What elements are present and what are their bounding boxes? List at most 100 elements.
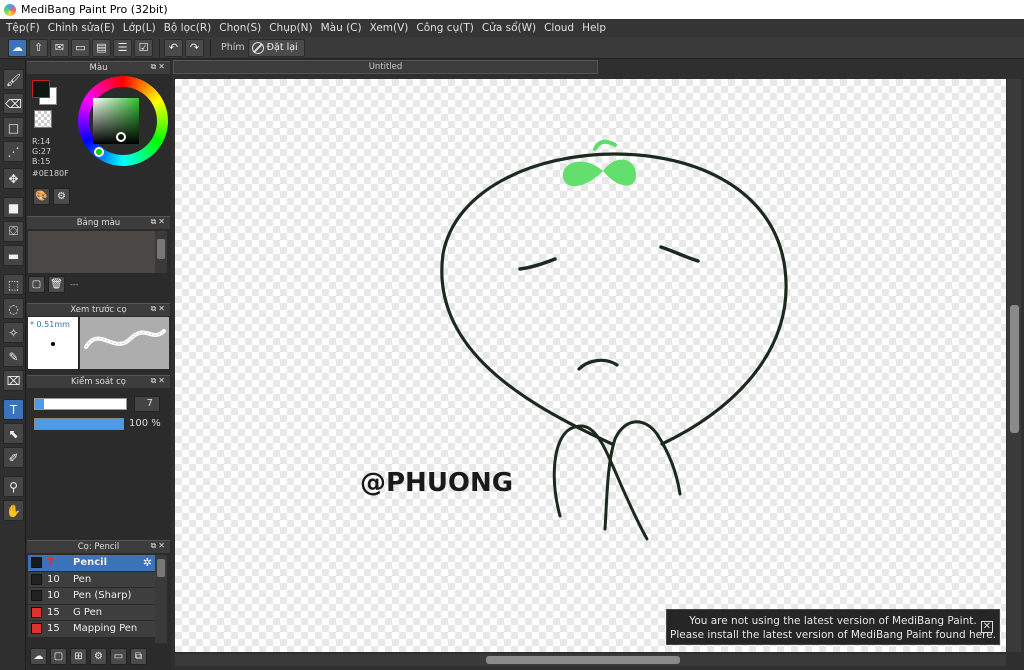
reset-button[interactable]: Đặt lại (247, 38, 305, 57)
brush-item-mapping-pen[interactable]: 15 Mapping Pen (28, 621, 155, 638)
brush-size-fill (35, 399, 46, 409)
left-eye (518, 257, 557, 271)
window-title: MediBang Paint Pro (32bit) (21, 3, 168, 16)
canvas-vertical-scrollbar[interactable] (1007, 79, 1021, 652)
brush-list: 7 Pencil ✲ 10 Pen 10 Pen (Sharp) 15 G Pe… (28, 555, 155, 638)
brush-item-pen-sharp[interactable]: 10 Pen (Sharp) (28, 588, 155, 605)
bucket-icon[interactable]: ⛋ (3, 221, 24, 242)
transparent-swatch[interactable] (34, 110, 52, 128)
brush-size-slider[interactable] (34, 398, 127, 410)
select-pen-icon[interactable]: ✎ (3, 346, 24, 367)
fill-rect-icon[interactable]: ■ (3, 197, 24, 218)
update-notification[interactable]: You are not using the latest version of … (666, 609, 1000, 645)
eraser-icon[interactable]: ⌫ (3, 93, 24, 114)
hue-picker-knob[interactable] (94, 147, 104, 157)
palette-icon[interactable]: 🎨 (33, 188, 50, 205)
magic-wand-icon[interactable]: ✧ (3, 322, 24, 343)
menu-view[interactable]: Xem(V) (366, 22, 413, 34)
menu-tools[interactable]: Công cụ(T) (412, 22, 477, 34)
panel-controls-icon[interactable]: ⧉✕ (151, 62, 167, 72)
palette-scrollbar[interactable] (155, 231, 167, 273)
brush-color-swatch (31, 606, 42, 618)
menu-window[interactable]: Cửa sổ(W) (478, 22, 540, 34)
menu-cloud[interactable]: Cloud (540, 22, 578, 34)
brush-scrollbar[interactable] (155, 555, 167, 643)
canvas-horizontal-scrollbar[interactable] (175, 654, 1006, 666)
brush-size-input[interactable]: 7 (134, 396, 160, 412)
menu-select[interactable]: Chọn(S) (215, 22, 265, 34)
brush-icon[interactable]: 🖌 (3, 69, 24, 90)
upload-icon[interactable]: ⇧ (29, 38, 48, 57)
lasso-icon[interactable]: ◌ (3, 298, 24, 319)
folder-icon[interactable]: ▭ (110, 647, 127, 665)
new-palette-icon[interactable]: ▢ (28, 276, 45, 293)
cloud-brush-icon[interactable]: ☁ (30, 647, 47, 665)
palette-tools: ▢ 🗑 --- (28, 276, 79, 293)
text-icon[interactable]: T (3, 399, 24, 420)
notification-line-2[interactable]: Please install the latest version of Med… (667, 628, 999, 642)
menu-layer[interactable]: Lớp(L) (119, 22, 160, 34)
page-list-icon[interactable]: ☰ (113, 38, 132, 57)
opacity-slider[interactable] (34, 418, 124, 430)
rectangle-icon[interactable]: □ (3, 117, 24, 138)
title-bar: MediBang Paint Pro (32bit) (0, 0, 1024, 19)
operation-icon[interactable]: ⬉ (3, 423, 24, 444)
cloud-icon[interactable]: ☁ (8, 38, 27, 57)
comment-icon[interactable]: ✉ (50, 38, 69, 57)
panel-controls-icon[interactable]: ⧉✕ (151, 304, 167, 314)
palette-settings-icon[interactable]: ⚙ (53, 188, 70, 205)
foreground-color-swatch[interactable] (32, 80, 50, 98)
menu-file[interactable]: Tệp(F) (2, 22, 44, 34)
gear-icon[interactable]: ✲ (143, 556, 152, 569)
brush-control-title: Kiểm soát cọ (71, 377, 126, 387)
close-icon[interactable]: ✕ (981, 621, 993, 633)
brush-settings-icon[interactable]: ⚙ (90, 647, 107, 665)
color-panel-header: Màu ⧉✕ (27, 61, 170, 74)
toolbar-separator (210, 38, 211, 57)
checklist-icon[interactable]: ☑ (134, 38, 153, 57)
hex-value: #0E180F (32, 169, 69, 178)
brush-item-g-pen[interactable]: 15 G Pen (28, 604, 155, 621)
left-hand (552, 424, 649, 541)
sprout-stem (593, 139, 617, 151)
brush-item-pen[interactable]: 10 Pen (28, 571, 155, 588)
hand-icon[interactable]: ✋ (3, 500, 24, 521)
key-label: Phím (221, 42, 245, 53)
menu-capture[interactable]: Chụp(N) (265, 22, 316, 34)
brush-control-header: Kiểm soát cọ ⧉✕ (27, 375, 170, 388)
copy-icon[interactable]: ⧉ (130, 647, 147, 665)
brush-item-pencil[interactable]: 7 Pencil ✲ (28, 555, 155, 572)
brush-panel-tools: ☁ ▢ ⊞ ⚙ ▭ ⧉ (28, 647, 147, 665)
color-picker-knob[interactable] (116, 132, 126, 142)
panel-controls-icon[interactable]: ⧉✕ (151, 217, 167, 227)
chat-icon[interactable]: ▭ (71, 38, 90, 57)
menu-filter[interactable]: Bộ lọc(R) (160, 22, 216, 34)
palette-area[interactable] (28, 231, 155, 273)
undo-icon[interactable]: ↶ (164, 38, 183, 57)
brush-color-swatch (31, 623, 42, 635)
menu-edit[interactable]: Chỉnh sửa(E) (44, 22, 119, 34)
brush-color-swatch (31, 573, 42, 585)
side-panels: Màu ⧉✕ R:14 G:27 B:15 #0E180F 🎨 ⚙ Bảng m… (27, 60, 170, 670)
select-rect-icon[interactable]: ⬚ (3, 274, 24, 295)
page-icon[interactable]: ▤ (92, 38, 111, 57)
trash-icon[interactable]: 🗑 (48, 276, 65, 293)
move-icon[interactable]: ✥ (3, 168, 24, 189)
select-eraser-icon[interactable]: ⌧ (3, 370, 24, 391)
dot-brush-icon[interactable]: ⋰ (3, 141, 24, 162)
drawing-canvas[interactable]: @PHUONG (175, 79, 1006, 652)
sprout-leaf-right (603, 159, 637, 186)
document-tab[interactable]: Untitled (173, 60, 598, 74)
menu-color[interactable]: Màu (C) (317, 22, 366, 34)
panel-controls-icon[interactable]: ⧉✕ (151, 541, 167, 551)
brush-tip-preview: * 0.51mm (28, 317, 78, 369)
menu-help[interactable]: Help (578, 22, 610, 34)
redo-icon[interactable]: ↷ (185, 38, 204, 57)
new-brush-icon[interactable]: ▢ (50, 647, 67, 665)
dropper-icon[interactable]: ⚲ (3, 476, 24, 497)
add-brush-icon[interactable]: ⊞ (70, 647, 87, 665)
preview-panel-header: Xem trước cọ ⧉✕ (27, 303, 170, 316)
gradient-icon[interactable]: ▬ (3, 245, 24, 266)
panel-controls-icon[interactable]: ⧉✕ (151, 376, 167, 386)
eyedropper-icon[interactable]: ✐ (3, 447, 24, 468)
